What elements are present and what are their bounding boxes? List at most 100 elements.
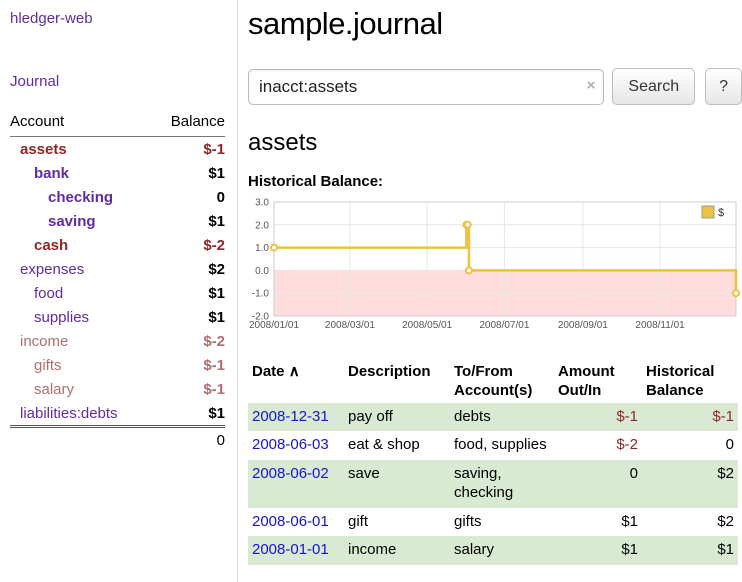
svg-text:1.0: 1.0 bbox=[255, 243, 269, 254]
help-button[interactable]: ? bbox=[705, 68, 742, 105]
page-title: sample.journal bbox=[248, 6, 742, 42]
transaction-date-link[interactable]: 2008-12-31 bbox=[252, 408, 329, 425]
accounts-table: Account Balance assets $-1 bank $1 checking 0… bbox=[10, 110, 225, 453]
register-row: 2008-06-03 eat & shopfood, supplies$-20 bbox=[248, 431, 738, 460]
search-input[interactable] bbox=[248, 69, 604, 105]
transaction-description: gift bbox=[344, 508, 450, 537]
date-header-label: Date bbox=[252, 363, 285, 380]
transaction-description: pay off bbox=[344, 403, 450, 432]
account-row: expenses $2 bbox=[10, 257, 225, 281]
account-row: bank $1 bbox=[10, 161, 225, 185]
svg-text:3.0: 3.0 bbox=[255, 198, 269, 209]
svg-text:2008/05/01: 2008/05/01 bbox=[402, 320, 452, 331]
clear-search-icon[interactable]: × bbox=[587, 78, 596, 93]
chart-svg: 3.02.01.00.0-1.0-2.02008/01/012008/03/01… bbox=[248, 198, 740, 336]
transaction-balance: $-1 bbox=[642, 403, 738, 432]
account-balance: $1 bbox=[153, 305, 225, 329]
transaction-accounts: saving, checking bbox=[450, 460, 554, 508]
sidebar-account-link[interactable]: cash bbox=[10, 237, 68, 254]
account-balance: $-1 bbox=[153, 137, 225, 162]
account-row: checking 0 bbox=[10, 185, 225, 209]
sidebar-divider bbox=[237, 0, 238, 582]
svg-text:2008/03/01: 2008/03/01 bbox=[325, 320, 375, 331]
account-row: assets $-1 bbox=[10, 137, 225, 162]
account-row: supplies $1 bbox=[10, 305, 225, 329]
register-row: 2008-12-31pay offdebts$-1$-1 bbox=[248, 403, 738, 432]
register-header-balance: Historical Balance bbox=[642, 361, 738, 403]
register-header-date[interactable]: Date ∧ bbox=[248, 361, 344, 403]
account-row: salary $-1 bbox=[10, 377, 225, 401]
sidebar-account-link[interactable]: assets bbox=[10, 141, 67, 158]
account-balance: $1 bbox=[153, 209, 225, 233]
account-balance: $1 bbox=[153, 161, 225, 185]
transaction-accounts: debts bbox=[450, 403, 554, 432]
svg-text:2008/01/01: 2008/01/01 bbox=[249, 320, 299, 331]
transaction-balance: $2 bbox=[642, 508, 738, 537]
account-balance: $2 bbox=[153, 257, 225, 281]
svg-text:-1.0: -1.0 bbox=[252, 289, 270, 300]
sidebar-account-link[interactable]: liabilities:debts bbox=[10, 405, 118, 422]
transaction-amount: 0 bbox=[554, 460, 642, 508]
transaction-description: save bbox=[344, 460, 450, 508]
transaction-amount: $-2 bbox=[554, 431, 642, 460]
sidebar-account-link[interactable]: salary bbox=[10, 381, 74, 398]
account-row: saving $1 bbox=[10, 209, 225, 233]
register-row: 2008-01-01incomesalary$1$1 bbox=[248, 536, 738, 565]
search-bar: × Search ? bbox=[248, 68, 742, 105]
main-content: sample.journal × Search ? assets Histori… bbox=[248, 0, 742, 565]
transaction-description: eat & shop bbox=[344, 431, 450, 460]
sidebar: hledger-web Journal Account Balance asse… bbox=[0, 0, 237, 453]
brand-link[interactable]: hledger-web bbox=[10, 10, 225, 27]
account-row: liabilities:debts$1 bbox=[10, 401, 225, 427]
historical-balance-chart: 3.02.01.00.0-1.0-2.02008/01/012008/03/01… bbox=[248, 198, 742, 341]
transaction-date-link[interactable]: 2008-06-02 bbox=[252, 465, 329, 482]
account-balance: $-2 bbox=[153, 329, 225, 353]
sidebar-account-link[interactable]: checking bbox=[10, 189, 113, 206]
sidebar-account-link[interactable]: gifts bbox=[10, 357, 62, 374]
account-row: gifts$-1 bbox=[10, 353, 225, 377]
transaction-date-link[interactable]: 2008-01-01 bbox=[252, 541, 329, 558]
accounts-header-balance: Balance bbox=[153, 110, 225, 137]
chart-title: Historical Balance: bbox=[248, 173, 742, 190]
account-row: food $1 bbox=[10, 281, 225, 305]
transaction-balance: $1 bbox=[642, 536, 738, 565]
search-button[interactable]: Search bbox=[612, 68, 695, 105]
register-row: 2008-06-02 savesaving, checking0$2 bbox=[248, 460, 738, 508]
transaction-balance: 0 bbox=[642, 431, 738, 460]
legend-label: $ bbox=[718, 207, 724, 219]
sidebar-account-link[interactable]: expenses bbox=[10, 261, 84, 278]
svg-text:2008/09/01: 2008/09/01 bbox=[558, 320, 608, 331]
account-balance: $-1 bbox=[153, 377, 225, 401]
search-box: × bbox=[248, 69, 604, 105]
sidebar-account-link[interactable]: income bbox=[10, 333, 68, 350]
register-header-accounts: To/From Account(s) bbox=[450, 361, 554, 403]
account-row: income $-2 bbox=[10, 329, 225, 353]
legend-swatch bbox=[702, 206, 714, 218]
sidebar-account-link[interactable]: saving bbox=[10, 213, 96, 230]
account-balance: 0 bbox=[153, 185, 225, 209]
account-row: cash $-2 bbox=[10, 233, 225, 257]
register-header-description: Description bbox=[344, 361, 450, 403]
account-balance: $1 bbox=[153, 281, 225, 305]
sort-ascending-icon: ∧ bbox=[289, 363, 300, 380]
transaction-date-link[interactable]: 2008-06-03 bbox=[252, 436, 329, 453]
sidebar-account-link[interactable]: supplies bbox=[10, 309, 89, 326]
transaction-accounts: gifts bbox=[450, 508, 554, 537]
transaction-amount: $1 bbox=[554, 508, 642, 537]
transaction-balance: $2 bbox=[642, 460, 738, 508]
svg-text:2008/11/01: 2008/11/01 bbox=[635, 320, 685, 331]
svg-text:2008/07/01: 2008/07/01 bbox=[479, 320, 529, 331]
svg-text:0.0: 0.0 bbox=[255, 266, 269, 277]
account-heading: assets bbox=[248, 129, 742, 157]
sidebar-item-journal[interactable]: Journal bbox=[10, 73, 225, 90]
transaction-accounts: salary bbox=[450, 536, 554, 565]
register-row: 2008-06-01 giftgifts$1$2 bbox=[248, 508, 738, 537]
sidebar-account-link[interactable]: bank bbox=[10, 165, 69, 182]
register-header-amount: Amount Out/In bbox=[554, 361, 642, 403]
transaction-amount: $-1 bbox=[554, 403, 642, 432]
sidebar-account-link[interactable]: food bbox=[10, 285, 63, 302]
transaction-date-link[interactable]: 2008-06-01 bbox=[252, 513, 329, 530]
transaction-accounts: food, supplies bbox=[450, 431, 554, 460]
account-balance: $-2 bbox=[153, 233, 225, 257]
accounts-header-account: Account bbox=[10, 110, 153, 137]
